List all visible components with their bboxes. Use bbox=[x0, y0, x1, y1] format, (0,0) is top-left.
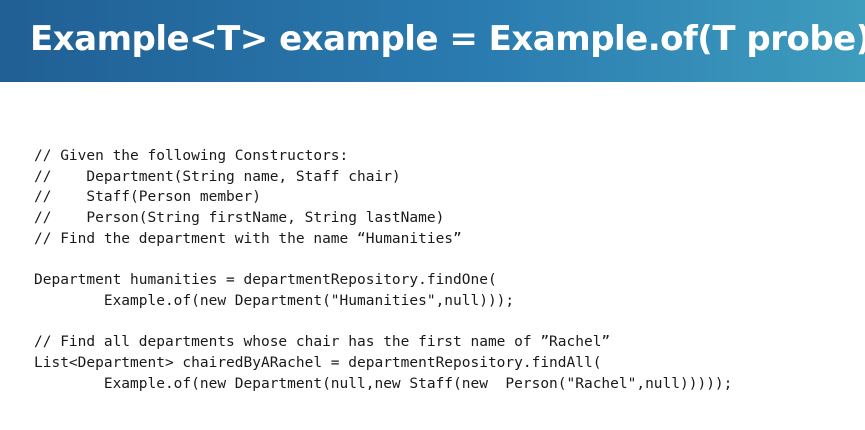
code-line-comment: // Find all departments whose chair has … bbox=[34, 334, 611, 351]
code-line-statement: Example.of(new Department("Humanities",n… bbox=[34, 292, 515, 309]
code-line-comment: // Staff(Person member) bbox=[34, 189, 261, 206]
code-line-statement: List<Department> chairedByARachel = depa… bbox=[34, 354, 602, 371]
slide-title: Example<T> example = Example.of(T probe)… bbox=[30, 19, 865, 59]
slide: Example<T> example = Example.of(T probe)… bbox=[0, 0, 865, 430]
code-block: // Given the following Constructors: // … bbox=[34, 146, 732, 394]
code-line-statement: Department humanities = departmentReposi… bbox=[34, 272, 497, 289]
title-banner: Example<T> example = Example.of(T probe)… bbox=[0, 0, 865, 82]
code-line-comment: // Given the following Constructors: bbox=[34, 148, 349, 164]
code-line-statement: Example.of(new Department(null,new Staff… bbox=[34, 375, 733, 392]
code-line-comment: // Find the department with the name “Hu… bbox=[34, 230, 462, 247]
code-line-comment: // Person(String firstName, String lastN… bbox=[34, 210, 445, 227]
code-line-comment: // Department(String name, Staff chair) bbox=[34, 168, 401, 185]
